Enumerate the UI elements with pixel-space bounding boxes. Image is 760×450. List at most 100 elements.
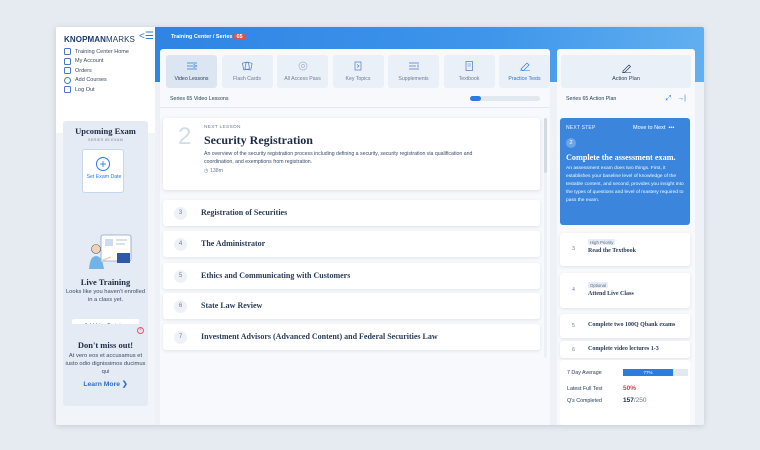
lesson-title: Investment Advisors (Advanced Content) a…: [201, 332, 438, 341]
lesson-number: 7: [174, 331, 187, 344]
scrollbar-thumb[interactable]: [544, 118, 547, 173]
set-exam-date-label: Set Exam Date: [86, 174, 122, 180]
user-icon: [64, 57, 71, 65]
main-panel: Video Lessons Flash Cards All Access Pas…: [160, 49, 550, 425]
next-step-card[interactable]: NEXT STEP Move to Next ••• 2 Complete th…: [560, 118, 690, 225]
tab-practice-tests[interactable]: Practice Tests: [499, 55, 550, 88]
action-step[interactable]: 4 Optional Attend Live Class: [560, 273, 690, 308]
upcoming-exam-card: Upcoming Exam SERIES 65 EXAM + Set Exam …: [63, 121, 148, 231]
more-options-icon[interactable]: •••: [668, 125, 674, 131]
action-plan-header[interactable]: Action Plan: [561, 55, 691, 88]
step-number: 4: [572, 287, 575, 293]
plus-circle-icon: [64, 76, 71, 84]
upcoming-exam-subtitle: SERIES 65 EXAM: [87, 138, 124, 142]
sidebar: KNOPMANMARKS <☰ Training Center Home My …: [56, 27, 155, 425]
logo[interactable]: KNOPMANMARKS: [64, 35, 135, 44]
avg-bar-fill: 77%: [623, 369, 674, 376]
lesson-number: 4: [174, 238, 187, 251]
textbook-icon: [465, 61, 473, 71]
sidebar-nav: Training Center Home My Account Orders A…: [64, 47, 129, 95]
tab-label: All Access Pass: [284, 76, 321, 82]
nav-item-orders[interactable]: Orders: [64, 66, 129, 75]
action-step[interactable]: 6 Complete video lectures 1-3: [560, 341, 690, 358]
action-step[interactable]: 3 High Priority Read the Textbook: [560, 233, 690, 266]
tab-all-access-pass[interactable]: All Access Pass: [277, 55, 328, 88]
next-step-title: Complete the assessment exam.: [566, 153, 676, 162]
next-lesson-title: Security Registration: [204, 133, 313, 147]
learn-more-label: Learn More: [83, 381, 121, 388]
action-plan-title: Action Plan: [612, 76, 640, 82]
step-number: 3: [572, 246, 575, 252]
qs-label: Q's Completed: [567, 398, 602, 404]
nav-label: Training Center Home: [75, 48, 129, 55]
tab-video-lessons[interactable]: Video Lessons: [166, 55, 217, 88]
live-training-title: Live Training: [80, 277, 131, 287]
next-step-label: NEXT STEP: [566, 125, 596, 131]
edit-plan-icon: [621, 64, 631, 73]
lesson-title: Ethics and Communicating with Customers: [201, 271, 351, 280]
tab-flash-cards[interactable]: Flash Cards: [221, 55, 273, 88]
lesson-number: 6: [174, 300, 187, 313]
nav-item-add-courses[interactable]: Add Courses: [64, 76, 129, 85]
duration-value: 138m: [209, 168, 223, 174]
next-step-description: An assessment exam does two things. Firs…: [566, 166, 684, 203]
close-icon[interactable]: ×: [137, 327, 144, 334]
live-training-illustration-icon: [89, 234, 132, 269]
lessons-scrollbar[interactable]: [544, 118, 547, 358]
lesson-item[interactable]: 4 The Administrator: [163, 231, 540, 257]
collapse-sidebar-icon[interactable]: <☰: [139, 31, 154, 43]
expand-icon[interactable]: ⤢: [664, 94, 673, 103]
series-badge: 65: [234, 34, 245, 40]
learn-more-link[interactable]: Learn More ❯: [63, 380, 148, 388]
upcoming-exam-title: Upcoming Exam: [75, 126, 136, 136]
avg-label: 7 Day Average: [567, 370, 602, 376]
next-lesson-number: 2: [178, 123, 192, 150]
lesson-title: Registration of Securities: [201, 208, 288, 217]
lesson-item[interactable]: 3 Registration of Securities: [163, 200, 540, 226]
flash-cards-icon: [242, 61, 253, 71]
all-access-icon: [298, 61, 307, 71]
nav-item-logout[interactable]: Log Out: [64, 85, 129, 94]
tab-label: Supplements: [398, 76, 429, 82]
divider: [160, 107, 550, 108]
chevron-right-icon: ❯: [121, 381, 128, 388]
tab-textbook[interactable]: Textbook: [443, 55, 495, 88]
list-icon: [64, 67, 71, 74]
nav-item-account[interactable]: My Account: [64, 57, 129, 66]
move-to-next-button[interactable]: Move to Next •••: [633, 125, 674, 131]
collapse-panel-icon[interactable]: →|: [677, 94, 686, 103]
lesson-item[interactable]: 5 Ethics and Communicating with Customers: [163, 263, 540, 289]
qs-done: 157: [623, 397, 634, 404]
breadcrumb: Training Center / Series 65: [171, 34, 245, 40]
tab-key-topics[interactable]: Key Topics: [332, 55, 384, 88]
step-title: Attend Live Class: [588, 291, 634, 297]
set-exam-date-button[interactable]: + Set Exam Date: [82, 149, 124, 193]
action-step[interactable]: 5 Complete two 100Q Qbank exams: [560, 314, 690, 338]
practice-tests-icon: [519, 62, 530, 71]
supplements-icon: [408, 62, 419, 70]
tab-label: Textbook: [458, 76, 480, 82]
next-lesson-card[interactable]: 2 NEXT LESSON Security Registration An o…: [163, 118, 540, 190]
promo-card: × Don't miss out! At vero eos et accusam…: [63, 324, 148, 406]
logo-bold: KNOPMAN: [64, 35, 107, 44]
qs-total: /250: [633, 397, 647, 404]
next-lesson-description: An overview of the security registration…: [204, 151, 473, 165]
logo-thin: MARKS: [106, 35, 135, 44]
lessons-progress-bar: [470, 96, 540, 101]
key-topics-icon: [354, 61, 362, 71]
promo-title: Don't miss out!: [77, 340, 134, 350]
lesson-item[interactable]: 7 Investment Advisors (Advanced Content) …: [163, 324, 540, 350]
step-number: 5: [572, 323, 575, 329]
tab-supplements[interactable]: Supplements: [388, 55, 439, 88]
next-lesson-label: NEXT LESSON: [204, 125, 241, 130]
action-plan-panel: Action Plan Series 65 Action Plan ⤢ →| N…: [557, 49, 695, 425]
full-test-value: 50%: [623, 385, 637, 392]
avg-bar: 77%: [623, 369, 688, 376]
nav-item-home[interactable]: Training Center Home: [64, 47, 129, 56]
lesson-item[interactable]: 6 State Law Review: [163, 293, 540, 319]
plus-icon: +: [96, 157, 110, 171]
lesson-number: 3: [174, 207, 187, 220]
step-title: Read the Textbook: [588, 248, 637, 254]
tab-label: Key Topics: [345, 76, 371, 82]
qs-value: 157/250: [623, 397, 647, 404]
